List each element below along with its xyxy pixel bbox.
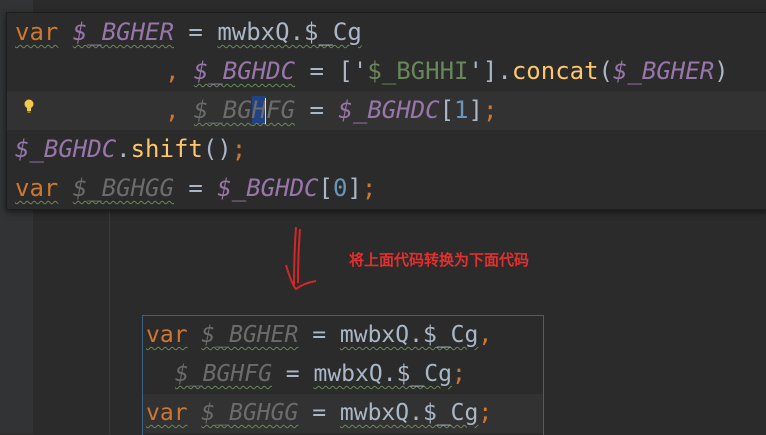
operator: = [173, 18, 218, 46]
operator: = [271, 361, 314, 387]
conversion-note: 将上面代码转换为下面代码 [349, 251, 530, 269]
variable-part: $_BG [193, 96, 252, 124]
semicolon: ; [482, 96, 498, 124]
paren-close: ) [714, 57, 729, 85]
code-line-2[interactable]: , $_BGHDC = ['$_BGHHI'].concat($_BGHER) [7, 52, 766, 91]
semicolon: ; [451, 361, 466, 387]
variable: $_BGHER [613, 57, 715, 85]
code-popup-panel: var $_BGHER = mwbxQ.$_Cg , $_BGHDC = ['$… [6, 12, 766, 210]
code-line-1[interactable]: var $_BGHER = mwbxQ.$_Cg [7, 13, 766, 52]
variable: $_BGHDC [15, 135, 117, 163]
code-line-3[interactable]: , $_BGHFG = $_BGHDC[1]; [7, 91, 766, 130]
parens: () [202, 135, 232, 163]
operator: = [295, 96, 339, 124]
variable: $_BGHDC [217, 174, 319, 202]
selected-char: H [251, 96, 267, 124]
bracket-open: [ [439, 96, 455, 124]
variable: $_BGHER [201, 322, 299, 348]
variable: $_BGHFG [175, 361, 272, 387]
keyword-var: var [15, 174, 59, 202]
dot: . [116, 135, 131, 163]
bracket-close: ] [468, 96, 483, 124]
expression: mwbxQ.$_Cg [339, 400, 479, 426]
semicolon: ; [231, 135, 247, 163]
string-literal: $_BGHHI [367, 57, 469, 85]
expression: mwbxQ.$_Cg [217, 18, 362, 46]
comma: , [165, 57, 194, 85]
operator: = [298, 400, 340, 426]
result-code-block: var $_BGHER = mwbxQ.$_Cg, $_BGHFG = mwbx… [142, 315, 544, 435]
bracket-close: ] [347, 174, 362, 202]
function-name: shift [130, 135, 203, 163]
expression: mwbxQ.$_Cg [313, 361, 452, 387]
keyword-var: var [15, 18, 59, 46]
variable: $_BGHGG [201, 400, 299, 426]
gutter-separator [109, 205, 110, 434]
lightbulb-icon[interactable] [23, 99, 35, 113]
bracket-open: [' [338, 57, 368, 85]
number: 1 [454, 96, 469, 124]
result-line-2[interactable]: $_BGHFG = mwbxQ.$_Cg; [143, 355, 543, 394]
semicolon: ; [478, 400, 493, 426]
code-line-4[interactable]: $_BGHDC.shift(); [7, 130, 766, 169]
function-name: concat [511, 57, 599, 85]
comma: , [165, 96, 194, 124]
variable: $_BGHER [72, 18, 174, 46]
operator: = [295, 57, 339, 85]
down-arrow-icon [285, 226, 317, 291]
bracket-close: ']. [468, 57, 512, 85]
operator: = [173, 174, 218, 202]
comma: , [478, 322, 493, 348]
variable-part: FG [266, 96, 296, 124]
operator: = [298, 322, 340, 348]
result-line-3[interactable]: var $_BGHGG = mwbxQ.$_Cg; [143, 394, 543, 433]
variable: $_BGHDC [338, 96, 440, 124]
keyword-var: var [146, 400, 188, 426]
paren-open: ( [598, 57, 613, 85]
number: 0 [332, 174, 348, 202]
variable: $_BGHGG [72, 174, 174, 202]
bracket-open: [ [318, 174, 333, 202]
result-line-1[interactable]: var $_BGHER = mwbxQ.$_Cg, [143, 316, 543, 355]
keyword-var: var [146, 322, 188, 348]
variable: $_BGHDC [193, 57, 296, 85]
expression: mwbxQ.$_Cg [339, 322, 479, 348]
semicolon: ; [361, 174, 377, 202]
code-line-5[interactable]: var $_BGHGG = $_BGHDC[0]; [7, 169, 766, 208]
